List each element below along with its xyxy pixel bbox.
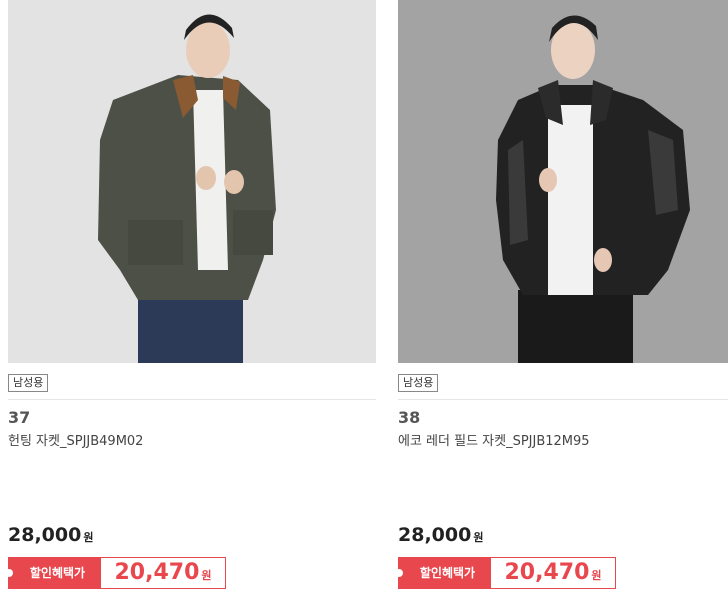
divider — [398, 399, 728, 400]
currency-unit: 원 — [473, 531, 484, 544]
benefit-label: 할인혜택가 — [29, 566, 86, 580]
gender-badge: 남성용 — [398, 374, 439, 392]
price-value: 28,000 — [8, 524, 82, 546]
benefit-price: 20,470 원 — [491, 557, 616, 589]
product-image[interactable] — [398, 0, 728, 363]
tag-hole-icon — [398, 569, 403, 577]
benefit-price: 20,470 원 — [101, 557, 226, 589]
benefit-label-tag: 할인혜택가 — [398, 557, 491, 589]
product-name[interactable]: 헌팅 자켓_SPJJB49M02 — [8, 430, 143, 449]
currency-unit: 원 — [201, 569, 212, 582]
discount-benefit: 할인혜택가 20,470 원 — [398, 557, 616, 589]
product-card[interactable]: 남성용 37 헌팅 자켓_SPJJB49M02 28,000 원 할인혜택가 20… — [5, 0, 376, 599]
benefit-label: 할인혜택가 — [419, 566, 476, 580]
discount-benefit: 할인혜택가 20,470 원 — [5, 557, 226, 589]
benefit-price-value: 20,470 — [114, 560, 200, 585]
rank-number: 37 — [8, 408, 31, 427]
product-card[interactable]: 남성용 38 에코 레더 필드 자켓_SPJJB12M95 28,000 원 할인… — [398, 0, 728, 599]
currency-unit: 원 — [83, 531, 94, 544]
model-photo-hunting-jacket — [8, 0, 376, 363]
tag-hole-icon — [5, 569, 13, 577]
benefit-price-value: 20,470 — [504, 560, 590, 585]
original-price: 28,000 원 — [8, 524, 93, 546]
divider — [8, 399, 376, 400]
benefit-label-tag: 할인혜택가 — [5, 557, 101, 589]
product-name[interactable]: 에코 레더 필드 자켓_SPJJB12M95 — [398, 430, 590, 449]
original-price: 28,000 원 — [398, 524, 483, 546]
rank-number: 38 — [398, 408, 421, 427]
currency-unit: 원 — [591, 569, 602, 582]
product-image[interactable] — [8, 0, 376, 363]
gender-badge: 남성용 — [8, 374, 49, 392]
model-photo-leather-jacket — [398, 0, 728, 363]
price-value: 28,000 — [398, 524, 472, 546]
